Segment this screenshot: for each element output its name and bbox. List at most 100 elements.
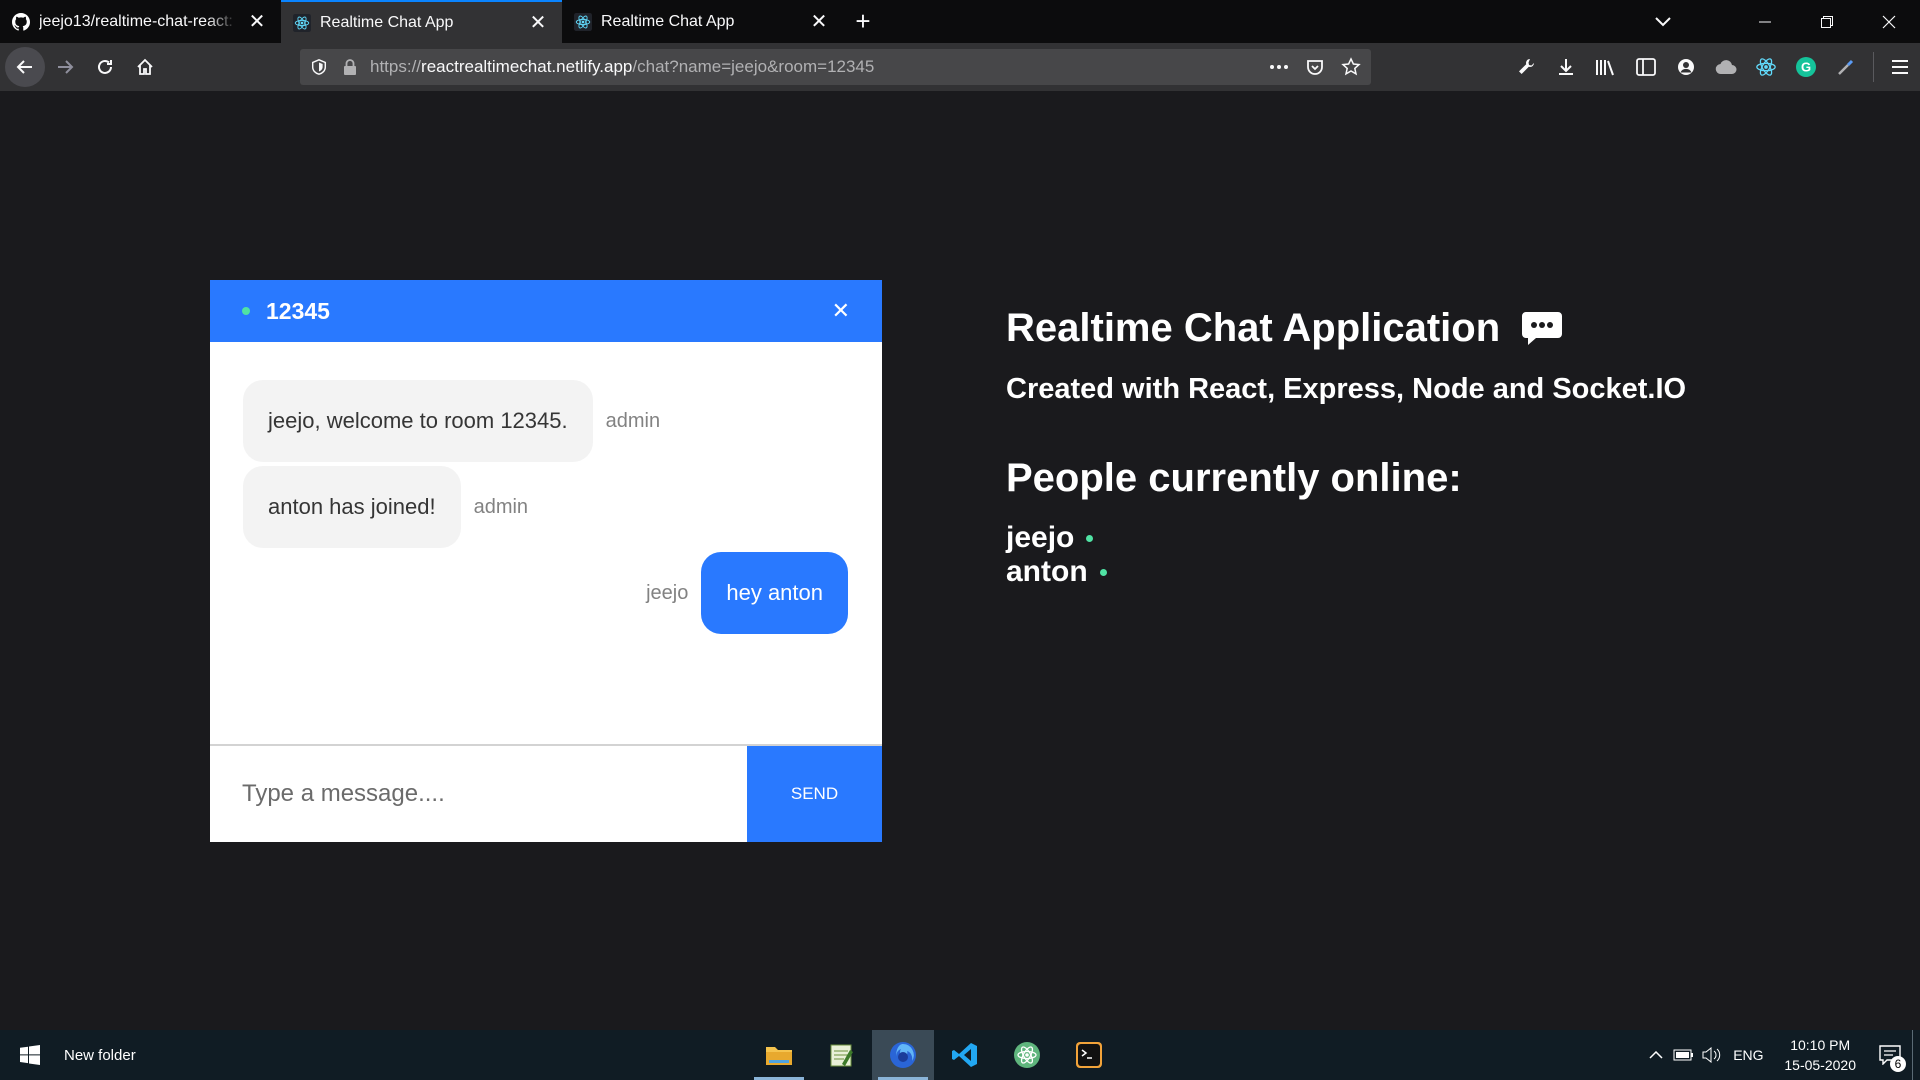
back-arrow-icon bbox=[16, 60, 32, 74]
app-title: Realtime Chat Application bbox=[1006, 306, 1866, 351]
clock-time: 10:10 PM bbox=[1790, 1037, 1851, 1053]
wrench-icon bbox=[1519, 59, 1534, 74]
chat-header: 12345 ✕ bbox=[210, 280, 882, 342]
message-row-own: jeejo hey anton bbox=[646, 552, 848, 634]
message-input[interactable] bbox=[210, 746, 747, 842]
battery-button[interactable] bbox=[1670, 1049, 1698, 1061]
language-indicator[interactable]: ENG bbox=[1726, 1047, 1770, 1063]
message-row: jeejo, welcome to room 12345. admin bbox=[243, 380, 660, 462]
chat-window: 12345 ✕ jeejo, welcome to room 12345. ad… bbox=[210, 280, 882, 842]
close-tab-icon[interactable]: ✕ bbox=[526, 11, 550, 35]
app-title-text: Realtime Chat Application bbox=[1006, 306, 1501, 350]
room-name: 12345 bbox=[266, 297, 330, 324]
online-indicator-icon bbox=[242, 307, 250, 315]
downloads-button[interactable] bbox=[1546, 47, 1586, 87]
minimize-button[interactable] bbox=[1734, 0, 1796, 43]
terminal-icon bbox=[1076, 1042, 1102, 1068]
system-tray: ENG 10:10 PM 15-05-2020 6 bbox=[1642, 1030, 1920, 1080]
react-icon bbox=[293, 13, 311, 32]
online-users-list: jeejo anton bbox=[1006, 521, 1866, 589]
taskbar-folder-label[interactable]: New folder bbox=[64, 1047, 136, 1064]
messages-list[interactable]: jeejo, welcome to room 12345. admin anto… bbox=[210, 342, 882, 744]
message-bubble-own: hey anton bbox=[701, 552, 848, 634]
file-explorer-button[interactable] bbox=[748, 1030, 810, 1080]
atom-button[interactable] bbox=[996, 1030, 1058, 1080]
firefox-icon bbox=[890, 1042, 916, 1068]
notepad-button[interactable] bbox=[810, 1030, 872, 1080]
menu-button[interactable] bbox=[1880, 47, 1920, 87]
url-host: reactrealtimechat.netlify.app bbox=[421, 57, 633, 76]
address-bar[interactable]: https://reactrealtimechat.netlify.app/ch… bbox=[300, 49, 1371, 85]
forward-button[interactable] bbox=[45, 47, 85, 87]
account-icon bbox=[1678, 59, 1694, 75]
home-button[interactable] bbox=[125, 47, 165, 87]
color-picker-button[interactable] bbox=[1826, 47, 1866, 87]
reload-icon bbox=[98, 59, 112, 74]
eyedropper-icon bbox=[1838, 59, 1854, 75]
online-heading: People currently online: bbox=[1006, 456, 1462, 500]
start-button[interactable] bbox=[0, 1030, 60, 1080]
windows-taskbar: New folder ENG 10:10 PM 15-05-2020 6 bbox=[0, 1030, 1920, 1080]
url-text[interactable]: https://reactrealtimechat.netlify.app/ch… bbox=[370, 57, 1269, 77]
message-sender: admin bbox=[473, 495, 529, 518]
file-explorer-icon bbox=[766, 1047, 792, 1065]
vscode-button[interactable] bbox=[934, 1030, 996, 1080]
close-window-button[interactable] bbox=[1858, 0, 1920, 43]
back-button[interactable] bbox=[5, 47, 45, 87]
tab-realtime-chat-2[interactable]: Realtime Chat App ✕ bbox=[562, 0, 843, 43]
lock-icon[interactable] bbox=[342, 58, 358, 76]
close-icon bbox=[1882, 15, 1896, 28]
close-chat-icon[interactable]: ✕ bbox=[832, 298, 850, 324]
close-tab-icon[interactable]: ✕ bbox=[245, 10, 269, 34]
grammarly-button[interactable]: G bbox=[1786, 47, 1826, 87]
terminal-button[interactable] bbox=[1058, 1030, 1120, 1080]
online-user-name: jeejo bbox=[1006, 521, 1075, 554]
forward-arrow-icon bbox=[58, 60, 74, 74]
devtools-button[interactable] bbox=[1506, 47, 1546, 87]
online-user: jeejo bbox=[1006, 521, 1866, 555]
shield-icon[interactable] bbox=[310, 58, 328, 76]
library-button[interactable] bbox=[1586, 47, 1626, 87]
react-icon bbox=[1756, 58, 1776, 76]
firefox-button[interactable] bbox=[872, 1030, 934, 1080]
tab-github[interactable]: jeejo13/realtime-chat-react: De ✕ bbox=[0, 0, 281, 43]
speech-bubble-icon bbox=[1520, 310, 1564, 348]
more-actions-icon[interactable] bbox=[1269, 64, 1289, 70]
chevron-up-icon bbox=[1649, 1051, 1663, 1059]
url-scheme: https:// bbox=[370, 57, 422, 76]
tab-title: Realtime Chat App bbox=[320, 13, 454, 31]
extension-cloud-button[interactable] bbox=[1706, 47, 1746, 87]
library-icon bbox=[1596, 60, 1614, 76]
minimize-icon bbox=[1759, 21, 1771, 22]
clock[interactable]: 10:10 PM 15-05-2020 bbox=[1784, 1035, 1856, 1075]
action-center-button[interactable]: 6 bbox=[1868, 1030, 1912, 1080]
react-devtools-button[interactable] bbox=[1746, 47, 1786, 87]
online-indicator-icon bbox=[1086, 534, 1094, 542]
show-hidden-icons-button[interactable] bbox=[1642, 1051, 1670, 1059]
home-icon bbox=[137, 58, 153, 75]
window-controls bbox=[1632, 0, 1920, 43]
restore-button[interactable] bbox=[1796, 0, 1858, 43]
tab-title: Realtime Chat App bbox=[601, 12, 735, 30]
volume-button[interactable] bbox=[1698, 1047, 1726, 1063]
pocket-icon[interactable] bbox=[1305, 57, 1325, 77]
tab-list-button[interactable] bbox=[1632, 0, 1694, 43]
show-desktop-button[interactable] bbox=[1912, 1030, 1920, 1080]
taskbar-apps bbox=[748, 1030, 1120, 1080]
cloud-icon bbox=[1715, 60, 1737, 75]
chevron-down-icon bbox=[1655, 16, 1671, 26]
sidebar-icon bbox=[1636, 58, 1656, 76]
account-button[interactable] bbox=[1666, 47, 1706, 87]
download-icon bbox=[1559, 59, 1573, 75]
send-button[interactable]: SEND bbox=[747, 746, 882, 842]
new-tab-button[interactable]: + bbox=[843, 0, 883, 43]
bookmark-star-icon[interactable] bbox=[1341, 57, 1361, 77]
close-tab-icon[interactable]: ✕ bbox=[807, 10, 831, 34]
clock-date: 15-05-2020 bbox=[1784, 1057, 1856, 1073]
sidebar-button[interactable] bbox=[1626, 47, 1666, 87]
battery-icon bbox=[1673, 1049, 1694, 1061]
tab-realtime-chat-1[interactable]: Realtime Chat App ✕ bbox=[281, 0, 562, 43]
tab-bar-spacer bbox=[1694, 0, 1734, 43]
message-sender: admin bbox=[605, 409, 661, 432]
reload-button[interactable] bbox=[85, 47, 125, 87]
